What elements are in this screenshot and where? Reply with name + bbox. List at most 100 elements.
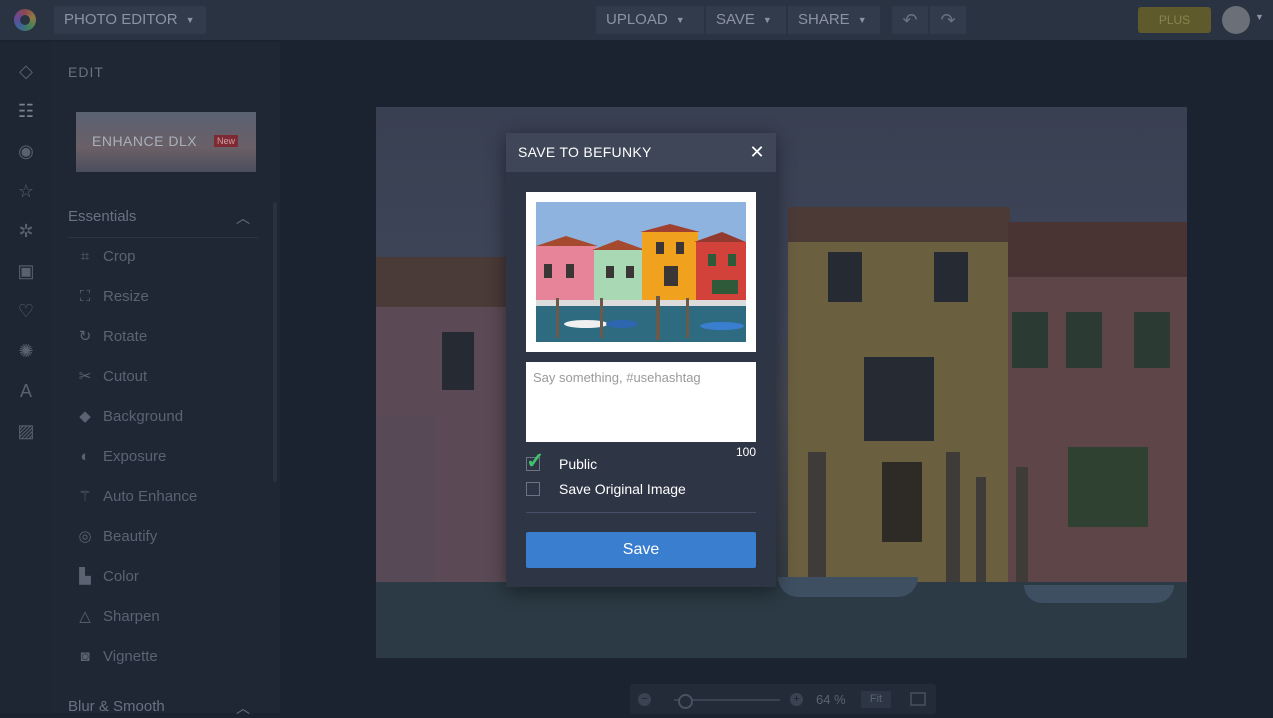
tool-cutout[interactable]: ✂ Cutout (76, 366, 148, 388)
star-icon[interactable]: ☆ (14, 179, 38, 203)
enhance-dlx-card[interactable]: ENHANCE DLX New (76, 112, 256, 172)
zoom-fit-button[interactable]: Fit (861, 691, 891, 708)
magic-wand-icon: ⚚ (78, 488, 92, 505)
tool-sharpen[interactable]: △ Sharpen (76, 606, 160, 628)
photo-editor-menu-label: PHOTO EDITOR (64, 11, 178, 28)
chevron-down-icon: ▼ (185, 15, 195, 26)
share-button[interactable]: SHARE ▼ (788, 6, 880, 34)
layers-icon[interactable]: ◇ (14, 59, 38, 83)
image-preview-thumbnail (536, 202, 746, 342)
image-preview-frame (526, 192, 756, 352)
photo-canvas[interactable] (376, 107, 1187, 658)
new-badge: New (214, 135, 239, 147)
gear-icon[interactable]: ✲ (14, 219, 38, 243)
blur-smooth-header[interactable]: Blur & Smooth (68, 698, 165, 715)
scissors-icon: ✂ (78, 368, 92, 385)
tool-cutout-label: Cutout (103, 368, 148, 385)
text-icon[interactable]: A (14, 379, 38, 403)
window (864, 357, 934, 441)
tool-resize-label: Resize (103, 288, 149, 305)
zoom-out-icon[interactable]: − (638, 693, 651, 706)
tool-exposure[interactable]: ◐ Exposure (76, 446, 166, 468)
befunky-logo-icon[interactable] (14, 9, 36, 31)
chevron-down-icon: ▼ (762, 15, 772, 26)
dialog-title: SAVE TO BEFUNKY (518, 144, 652, 160)
vignette-icon: ◙ (80, 648, 90, 665)
save-original-checkbox[interactable] (526, 482, 540, 496)
avatar[interactable] (1222, 6, 1250, 34)
chevron-down-icon: ▼ (675, 15, 685, 26)
save-to-befunky-dialog: SAVE TO BEFUNKY ✕ Say something, #usehas… (506, 133, 776, 587)
enhance-dlx-label: ENHANCE DLX (92, 133, 198, 149)
zoom-slider-handle[interactable] (678, 694, 693, 709)
tool-auto-enhance[interactable]: ⚚ Auto Enhance (76, 486, 197, 508)
upload-button[interactable]: UPLOAD ▼ (596, 6, 704, 34)
window (934, 252, 968, 302)
preview-image (536, 202, 746, 342)
eye-icon[interactable]: ◉ (14, 139, 38, 163)
frame-icon[interactable]: ▣ (14, 259, 38, 283)
texture-icon[interactable]: ▨ (14, 419, 38, 443)
share-button-label: SHARE (798, 11, 850, 28)
divider (526, 512, 756, 513)
chevron-down-icon[interactable]: ▼ (1255, 12, 1264, 22)
beautify-icon: ◎ (78, 528, 92, 545)
sparkle-icon[interactable]: ✺ (14, 339, 38, 363)
tool-exposure-label: Exposure (103, 448, 167, 465)
boat (778, 577, 918, 597)
paint-bucket-icon: ▙ (79, 568, 91, 585)
window (1066, 312, 1102, 368)
tool-color-label: Color (103, 568, 139, 585)
dialog-header: SAVE TO BEFUNKY ✕ (506, 133, 776, 172)
door (882, 462, 922, 542)
fullscreen-icon[interactable] (910, 692, 926, 706)
chevron-down-icon: ▼ (857, 15, 867, 26)
tool-crop-label: Crop (103, 248, 136, 265)
window (1134, 312, 1170, 368)
photo-editor-menu[interactable]: PHOTO EDITOR ▼ (54, 6, 206, 34)
tool-beautify[interactable]: ◎ Beautify (76, 526, 157, 548)
tool-vignette[interactable]: ◙ Vignette (76, 646, 157, 668)
window (828, 252, 862, 302)
tool-category-rail: ◇ ☷ ◉ ☆ ✲ ▣ ♡ ✺ A ▨ (0, 42, 52, 713)
zoom-in-icon[interactable]: + (790, 693, 803, 706)
tool-rotate[interactable]: ↻ Rotate (76, 326, 148, 348)
public-label: Public (559, 456, 598, 472)
tool-auto-enhance-label: Auto Enhance (103, 488, 198, 505)
shutter (1068, 447, 1148, 527)
tool-color[interactable]: ▙ Color (76, 566, 139, 588)
top-bar: PHOTO EDITOR ▼ UPLOAD ▼ SAVE ▼ SHARE ▼ ↶ ↷ P… (0, 0, 1273, 40)
exposure-icon: ◐ (80, 448, 90, 465)
upgrade-button[interactable]: PLUS (1138, 7, 1211, 33)
edit-panel: EDIT ENHANCE DLX New Essentials ︿ ⌗ Crop … (52, 42, 280, 716)
chevron-up-icon[interactable]: ︿ (236, 698, 250, 718)
save-button[interactable]: Save (526, 532, 756, 568)
save-menu-button[interactable]: SAVE ▼ (706, 6, 786, 34)
panel-scrollbar[interactable] (273, 202, 277, 482)
heart-icon[interactable]: ♡ (14, 299, 38, 323)
crop-icon: ⌗ (80, 248, 90, 265)
close-icon[interactable]: ✕ (746, 140, 768, 164)
tool-background[interactable]: ◆ Background (76, 406, 183, 428)
tool-beautify-label: Beautify (103, 528, 158, 545)
divider (68, 237, 258, 238)
upgrade-label: PLUS (1158, 13, 1191, 27)
essentials-header[interactable]: Essentials (68, 208, 136, 225)
caption-input[interactable] (526, 362, 756, 442)
character-count: 100 (735, 445, 756, 459)
save-menu-label: SAVE (716, 11, 755, 28)
tool-rotate-label: Rotate (103, 328, 148, 345)
window (1012, 312, 1048, 368)
house-left (376, 417, 436, 587)
undo-icon[interactable]: ↶ (892, 6, 928, 34)
checkmark-icon: ✓ (526, 448, 545, 473)
tool-resize[interactable]: ⛶ Resize (76, 286, 149, 308)
tool-sharpen-label: Sharpen (103, 608, 160, 625)
chevron-up-icon[interactable]: ︿ (236, 208, 250, 228)
rotate-icon: ↻ (78, 328, 92, 345)
tool-crop[interactable]: ⌗ Crop (76, 246, 136, 268)
sliders-icon[interactable]: ☷ (14, 99, 38, 123)
resize-icon: ⛶ (79, 288, 91, 305)
tool-background-label: Background (103, 408, 184, 425)
redo-icon[interactable]: ↷ (930, 6, 966, 34)
